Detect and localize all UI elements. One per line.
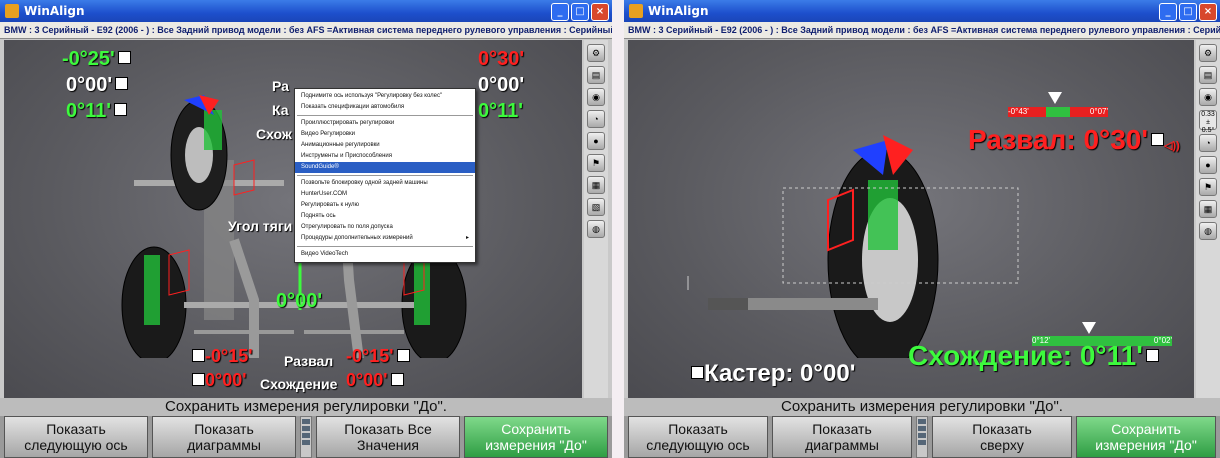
close-icon[interactable]: × — [1199, 3, 1217, 21]
context-menu-item[interactable]: Видео VideoTech — [295, 249, 475, 260]
show-diagrams-button[interactable]: Показать диаграммы — [152, 416, 296, 458]
thrust-angle-value: 0°00' — [276, 290, 323, 312]
camera-tool-icon[interactable]: ◉ — [587, 88, 605, 106]
title-bar: WinAlign _ □ × — [0, 0, 612, 22]
context-menu-item[interactable]: Регулировать к нулю — [295, 200, 475, 211]
rear-right-toe-value: 0°00' — [346, 370, 404, 391]
rear-left-camber-value: -0°15' — [189, 346, 253, 367]
camber-tolerance-band: -0°43' 0°07' — [1008, 107, 1108, 117]
save-before-button[interactable]: Сохранить измерения "До" — [1076, 416, 1216, 458]
context-menu-item[interactable]: Проиллюстрировать регулировки — [295, 118, 475, 129]
globe-tool-icon[interactable]: ◍ — [587, 220, 605, 238]
chassis-tool-icon[interactable]: ▦ — [1199, 200, 1217, 218]
context-menu[interactable]: Поднимите ось используя "Регулировку без… — [294, 88, 476, 263]
context-menu-item[interactable]: Анимационные регулировки — [295, 140, 475, 151]
winalign-window-left: WinAlign _ □ × BMW : 3 Серийный - E92 (2… — [0, 0, 612, 458]
camera-tool-icon[interactable]: ◉ — [1199, 88, 1217, 106]
sound-icon: ◁)) — [1164, 140, 1180, 152]
rear-camber-label: Развал — [284, 353, 334, 369]
vehicle-tool-icon[interactable]: ▤ — [587, 66, 605, 84]
rear-toe-label: Схождение — [260, 376, 338, 392]
submenu-arrow-icon: ▸ — [465, 235, 469, 241]
context-menu-item[interactable]: Видео Регулировки — [295, 129, 475, 140]
front-right-camber-value: 0°30' — [478, 48, 525, 70]
key-level-indicator — [300, 416, 312, 458]
gauge-tool-icon[interactable]: ◔ — [587, 110, 605, 128]
spec-tool-icon[interactable]: ⚙ — [587, 44, 605, 62]
camber-label-partial: Ра — [272, 78, 289, 94]
camber-big-value: Развал: 0°30' ◁)) — [968, 124, 1180, 155]
globe-tool-icon[interactable]: ◍ — [1199, 222, 1217, 240]
minimize-icon[interactable]: _ — [551, 3, 569, 21]
front-right-caster-value: 0°00' — [478, 74, 525, 96]
show-all-values-button[interactable]: Показать Все Значения — [316, 416, 460, 458]
key-level-indicator — [916, 416, 928, 458]
front-left-camber-value: -0°25' — [62, 48, 131, 71]
chassis-tool-icon[interactable]: ▦ — [587, 176, 605, 194]
winalign-window-right: WinAlign _ □ × BMW : 3 Серийный - E92 (2… — [624, 0, 1220, 458]
vehicle-tool-icon[interactable]: ▤ — [1199, 66, 1217, 84]
wheel-tool-icon[interactable]: ● — [587, 132, 605, 150]
save-before-button[interactable]: Сохранить измерения "До" — [464, 416, 608, 458]
racing-flag-icon[interactable]: ⚑ — [587, 154, 605, 172]
show-next-axle-button[interactable]: Показать следующую ось — [628, 416, 768, 458]
context-menu-item[interactable]: Отрегулировать по поля допуска — [295, 222, 475, 233]
spec-tool-icon[interactable]: ⚙ — [1199, 44, 1217, 62]
alignment-view-zoomed[interactable]: -0°43' 0°07' Развал: 0°30' ◁)) 0°12' 0°02… — [628, 40, 1194, 398]
context-menu-item-selected[interactable]: SoundGuide® — [295, 162, 475, 173]
wheel-3d-graphic — [687, 135, 1019, 358]
caster-big-value: Кастер: 0°00' — [688, 360, 855, 388]
title-bar: WinAlign _ □ × — [624, 0, 1220, 22]
winalign-app-icon — [5, 4, 19, 18]
context-menu-item[interactable]: HunterUser.COM — [295, 189, 475, 200]
thrust-angle-label: Угол тяги — [228, 218, 293, 234]
vehicle-info-bar: BMW : 3 Серийный - E92 (2006 - ) : Все З… — [624, 22, 1220, 39]
rear-right-camber-value: -0°15' — [346, 346, 410, 367]
wheel-tool-icon[interactable]: ● — [1199, 156, 1217, 174]
context-menu-item[interactable]: Инструменты и Приспособления — [295, 151, 475, 162]
toe-pointer-icon — [1082, 322, 1096, 334]
function-key-bar: Показать следующую ось Показать диаграммы … — [0, 416, 612, 458]
front-left-caster-value: 0°00' — [66, 74, 129, 97]
context-menu-item[interactable]: Поднять ось — [295, 211, 475, 222]
rear-left-toe-value: 0°00' — [189, 370, 247, 391]
vehicle-info-bar: BMW : 3 Серийный - E92 (2006 - ) : Все З… — [0, 22, 612, 39]
front-right-toe-value: 0°11' — [478, 100, 524, 122]
tolerance-readout: 0.33 ± 0.5° — [1199, 110, 1217, 134]
context-menu-item[interactable]: Процедуры дополнительных измерений ▸ — [295, 233, 475, 244]
function-key-bar: Показать следующую ось Показать диаграммы … — [624, 416, 1220, 458]
close-icon[interactable]: × — [591, 3, 609, 21]
maximize-icon[interactable]: □ — [1179, 3, 1197, 21]
alignment-view[interactable]: -0°25' 0°00' 0°11' 0°30' 0°00' 0°11' Ра … — [4, 40, 582, 398]
window-title: WinAlign — [24, 4, 85, 18]
show-diagrams-button[interactable]: Показать диаграммы — [772, 416, 912, 458]
status-message: Сохранить измерения регулировки "До". — [624, 398, 1220, 416]
maximize-icon[interactable]: □ — [571, 3, 589, 21]
show-next-axle-button[interactable]: Показать следующую ось — [4, 416, 148, 458]
status-message: Сохранить измерения регулировки "До". — [0, 398, 612, 416]
front-left-toe-value: 0°11' — [66, 100, 128, 123]
toe-label-partial: Схож — [256, 126, 292, 142]
toe-big-value: Схождение: 0°11' — [908, 340, 1159, 372]
tool-strip: ⚙ ▤ ◉ 0.33 ± 0.5° ◔ ● ⚑ ▦ ◍ — [1196, 40, 1220, 398]
show-top-view-button[interactable]: Показать сверху — [932, 416, 1072, 458]
winalign-app-icon — [629, 4, 643, 18]
caster-label-partial: Ка — [272, 102, 289, 118]
minimize-icon[interactable]: _ — [1159, 3, 1177, 21]
tool-strip: ⚙ ▤ ◉ ◔ ● ⚑ ▦ ▧ ◍ — [584, 40, 608, 398]
racing-flag-icon[interactable]: ⚑ — [1199, 178, 1217, 196]
context-menu-item[interactable]: Показать спецификации автомобиля — [295, 102, 475, 113]
context-menu-item[interactable]: Поднимите ось используя "Регулировку без… — [295, 91, 475, 102]
context-menu-item[interactable]: Позвольте блокировку одной задней машины — [295, 178, 475, 189]
plot-tool-icon[interactable]: ▧ — [587, 198, 605, 216]
camber-pointer-icon — [1048, 92, 1062, 104]
gauge-tool-icon[interactable]: ◔ — [1199, 134, 1217, 152]
window-title: WinAlign — [648, 4, 709, 18]
